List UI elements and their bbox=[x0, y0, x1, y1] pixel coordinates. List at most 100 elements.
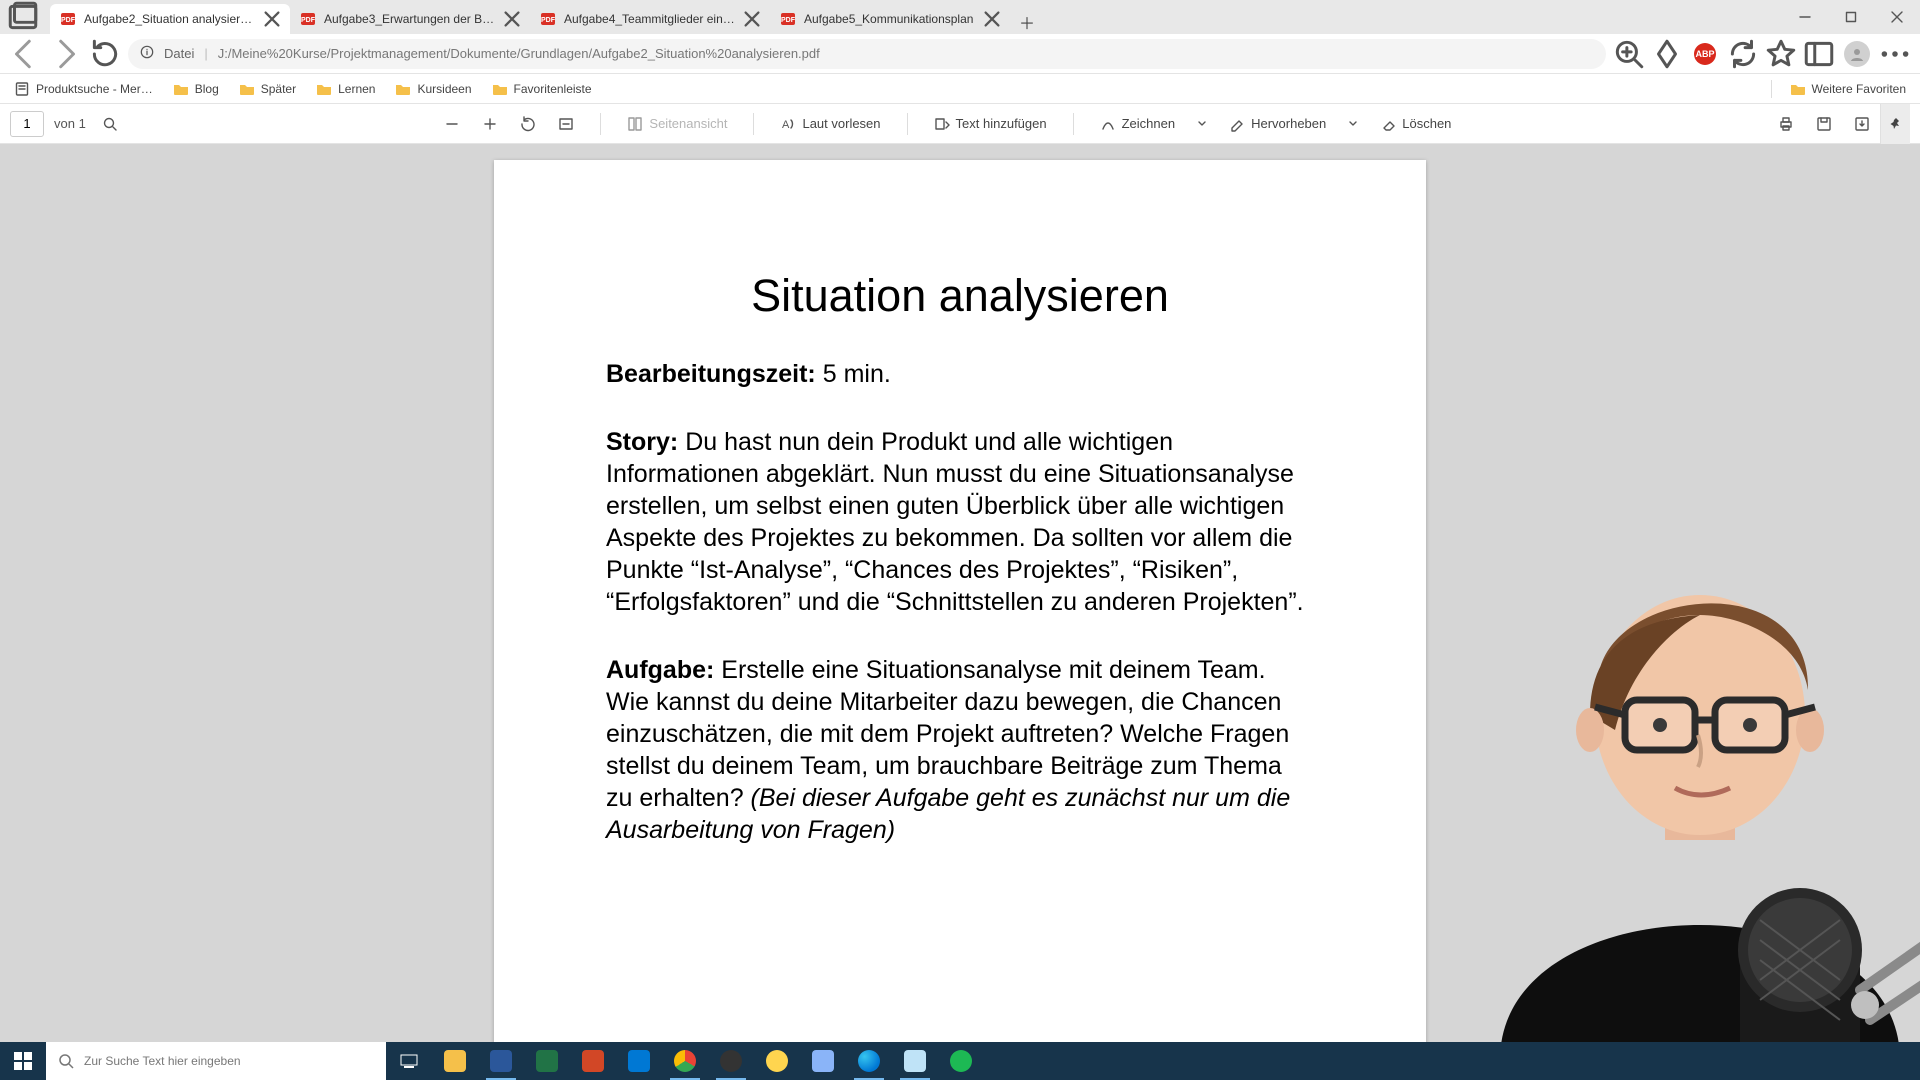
favorites-icon[interactable] bbox=[1764, 38, 1798, 70]
svg-text:A: A bbox=[782, 119, 790, 131]
tab-title: Aufgabe4_Teammitglieder einsch… bbox=[564, 12, 736, 26]
highlight-label: Hervorheben bbox=[1251, 116, 1326, 131]
site-info-icon[interactable] bbox=[140, 45, 154, 62]
minimize-button[interactable] bbox=[1782, 0, 1828, 34]
page-number-input[interactable] bbox=[10, 111, 44, 137]
bookmark-item[interactable]: Kursideen bbox=[389, 77, 477, 101]
toolbar-right: ABP bbox=[1612, 38, 1912, 70]
taskbar-obs-icon[interactable] bbox=[708, 1042, 754, 1080]
taskbar-explorer-icon[interactable] bbox=[432, 1042, 478, 1080]
task-view-button[interactable] bbox=[386, 1042, 432, 1080]
page-view-button[interactable]: Seitenansicht bbox=[621, 112, 733, 136]
tab-actions-button[interactable] bbox=[6, 0, 40, 34]
bookmark-label: Kursideen bbox=[417, 82, 471, 96]
start-button[interactable] bbox=[0, 1042, 46, 1080]
url-bar[interactable]: Datei | J:/Meine%20Kurse/Projektmanageme… bbox=[128, 39, 1606, 69]
zoom-icon[interactable] bbox=[1612, 38, 1646, 70]
window-titlebar: PDF Aufgabe2_Situation analysieren.pdf P… bbox=[0, 0, 1920, 34]
maximize-button[interactable] bbox=[1828, 0, 1874, 34]
profile-button[interactable] bbox=[1840, 38, 1874, 70]
read-aloud-icon[interactable] bbox=[1650, 38, 1684, 70]
app-menu-button[interactable] bbox=[1878, 38, 1912, 70]
taskbar-edge-icon[interactable] bbox=[846, 1042, 892, 1080]
new-tab-button[interactable]: ＋ bbox=[1010, 10, 1044, 34]
document-title: Situation analysieren bbox=[606, 270, 1314, 322]
save-as-button[interactable] bbox=[1848, 112, 1876, 136]
taskbar-app-icon[interactable] bbox=[754, 1042, 800, 1080]
bookmark-label: Lernen bbox=[338, 82, 375, 96]
taskbar-notepad-icon[interactable] bbox=[892, 1042, 938, 1080]
pdf-icon: PDF bbox=[540, 11, 556, 27]
collections-icon[interactable] bbox=[1802, 38, 1836, 70]
draw-label: Zeichnen bbox=[1122, 116, 1175, 131]
time-label: Bearbeitungszeit: bbox=[606, 360, 816, 388]
url-protocol: Datei bbox=[164, 46, 194, 61]
taskbar-spotify-icon[interactable] bbox=[938, 1042, 984, 1080]
bookmark-item[interactable]: Produktsuche - Mer… bbox=[8, 77, 159, 101]
url-path: J:/Meine%20Kurse/Projektmanagement/Dokum… bbox=[218, 46, 820, 61]
story-text: Du hast nun dein Produkt und alle wichti… bbox=[606, 428, 1304, 616]
document-task: Aufgabe: Erstelle eine Situationsanalyse… bbox=[606, 654, 1314, 846]
bookmark-label: Weitere Favoriten bbox=[1812, 82, 1906, 96]
windows-taskbar: Zur Suche Text hier eingeben bbox=[0, 1042, 1920, 1080]
rotate-button[interactable] bbox=[514, 112, 542, 136]
sync-icon[interactable] bbox=[1726, 38, 1760, 70]
close-icon[interactable] bbox=[744, 11, 760, 27]
close-icon[interactable] bbox=[504, 11, 520, 27]
taskbar-app2-icon[interactable] bbox=[800, 1042, 846, 1080]
tab-4[interactable]: PDF Aufgabe5_Kommunikationsplan bbox=[770, 4, 1010, 34]
close-icon[interactable] bbox=[984, 11, 1000, 27]
tab-title: Aufgabe5_Kommunikationsplan bbox=[804, 12, 976, 26]
pdf-viewport[interactable]: Situation analysieren Bearbeitungszeit: … bbox=[0, 144, 1920, 1042]
highlight-menu-button[interactable] bbox=[1342, 115, 1364, 133]
taskbar-search[interactable]: Zur Suche Text hier eingeben bbox=[46, 1042, 386, 1080]
bookmarks-bar: Produktsuche - Mer… Blog Später Lernen K… bbox=[0, 74, 1920, 104]
taskbar-mail-icon[interactable] bbox=[616, 1042, 662, 1080]
more-bookmarks[interactable]: Weitere Favoriten bbox=[1784, 77, 1912, 101]
tab-2[interactable]: PDF Aufgabe3_Erwartungen der Betr… bbox=[290, 4, 530, 34]
pdf-page: Situation analysieren Bearbeitungszeit: … bbox=[494, 160, 1426, 1042]
svg-text:PDF: PDF bbox=[781, 17, 796, 24]
pdf-icon: PDF bbox=[300, 11, 316, 27]
taskbar-excel-icon[interactable] bbox=[524, 1042, 570, 1080]
page-view-label: Seitenansicht bbox=[649, 116, 727, 131]
close-icon[interactable] bbox=[264, 11, 280, 27]
tab-3[interactable]: PDF Aufgabe4_Teammitglieder einsch… bbox=[530, 4, 770, 34]
erase-button[interactable]: Löschen bbox=[1374, 112, 1457, 136]
taskbar-chrome-icon[interactable] bbox=[662, 1042, 708, 1080]
taskbar-word-icon[interactable] bbox=[478, 1042, 524, 1080]
taskbar-powerpoint-icon[interactable] bbox=[570, 1042, 616, 1080]
page-count-label: von 1 bbox=[54, 116, 86, 131]
save-button[interactable] bbox=[1810, 112, 1838, 136]
abp-icon[interactable]: ABP bbox=[1688, 38, 1722, 70]
bookmark-item[interactable]: Lernen bbox=[310, 77, 381, 101]
document-story: Story: Du hast nun dein Produkt und alle… bbox=[606, 426, 1314, 618]
add-text-label: Text hinzufügen bbox=[956, 116, 1047, 131]
tab-strip: PDF Aufgabe2_Situation analysieren.pdf P… bbox=[0, 0, 1782, 34]
zoom-in-button[interactable] bbox=[476, 112, 504, 136]
print-button[interactable] bbox=[1772, 112, 1800, 136]
bookmark-label: Favoritenleiste bbox=[514, 82, 592, 96]
svg-text:PDF: PDF bbox=[301, 17, 316, 24]
forward-button[interactable] bbox=[48, 38, 82, 70]
draw-menu-button[interactable] bbox=[1191, 115, 1213, 133]
highlight-button[interactable]: Hervorheben bbox=[1223, 112, 1332, 136]
fit-page-button[interactable] bbox=[552, 112, 580, 136]
tab-1[interactable]: PDF Aufgabe2_Situation analysieren.pdf bbox=[50, 4, 290, 34]
find-button[interactable] bbox=[96, 112, 124, 136]
zoom-out-button[interactable] bbox=[438, 112, 466, 136]
pin-toolbar-button[interactable] bbox=[1880, 104, 1910, 144]
tab-title: Aufgabe2_Situation analysieren.pdf bbox=[84, 12, 256, 26]
bookmark-item[interactable]: Blog bbox=[167, 77, 225, 101]
reload-button[interactable] bbox=[88, 38, 122, 70]
bookmark-item[interactable]: Später bbox=[233, 77, 302, 101]
draw-button[interactable]: Zeichnen bbox=[1094, 112, 1181, 136]
bookmark-label: Produktsuche - Mer… bbox=[36, 82, 153, 96]
time-value: 5 min. bbox=[823, 360, 891, 388]
bookmark-item[interactable]: Favoritenleiste bbox=[486, 77, 598, 101]
back-button[interactable] bbox=[8, 38, 42, 70]
add-text-button[interactable]: Text hinzufügen bbox=[928, 112, 1053, 136]
url-separator: | bbox=[204, 46, 207, 61]
close-window-button[interactable] bbox=[1874, 0, 1920, 34]
read-aloud-button[interactable]: A Laut vorlesen bbox=[774, 112, 886, 136]
